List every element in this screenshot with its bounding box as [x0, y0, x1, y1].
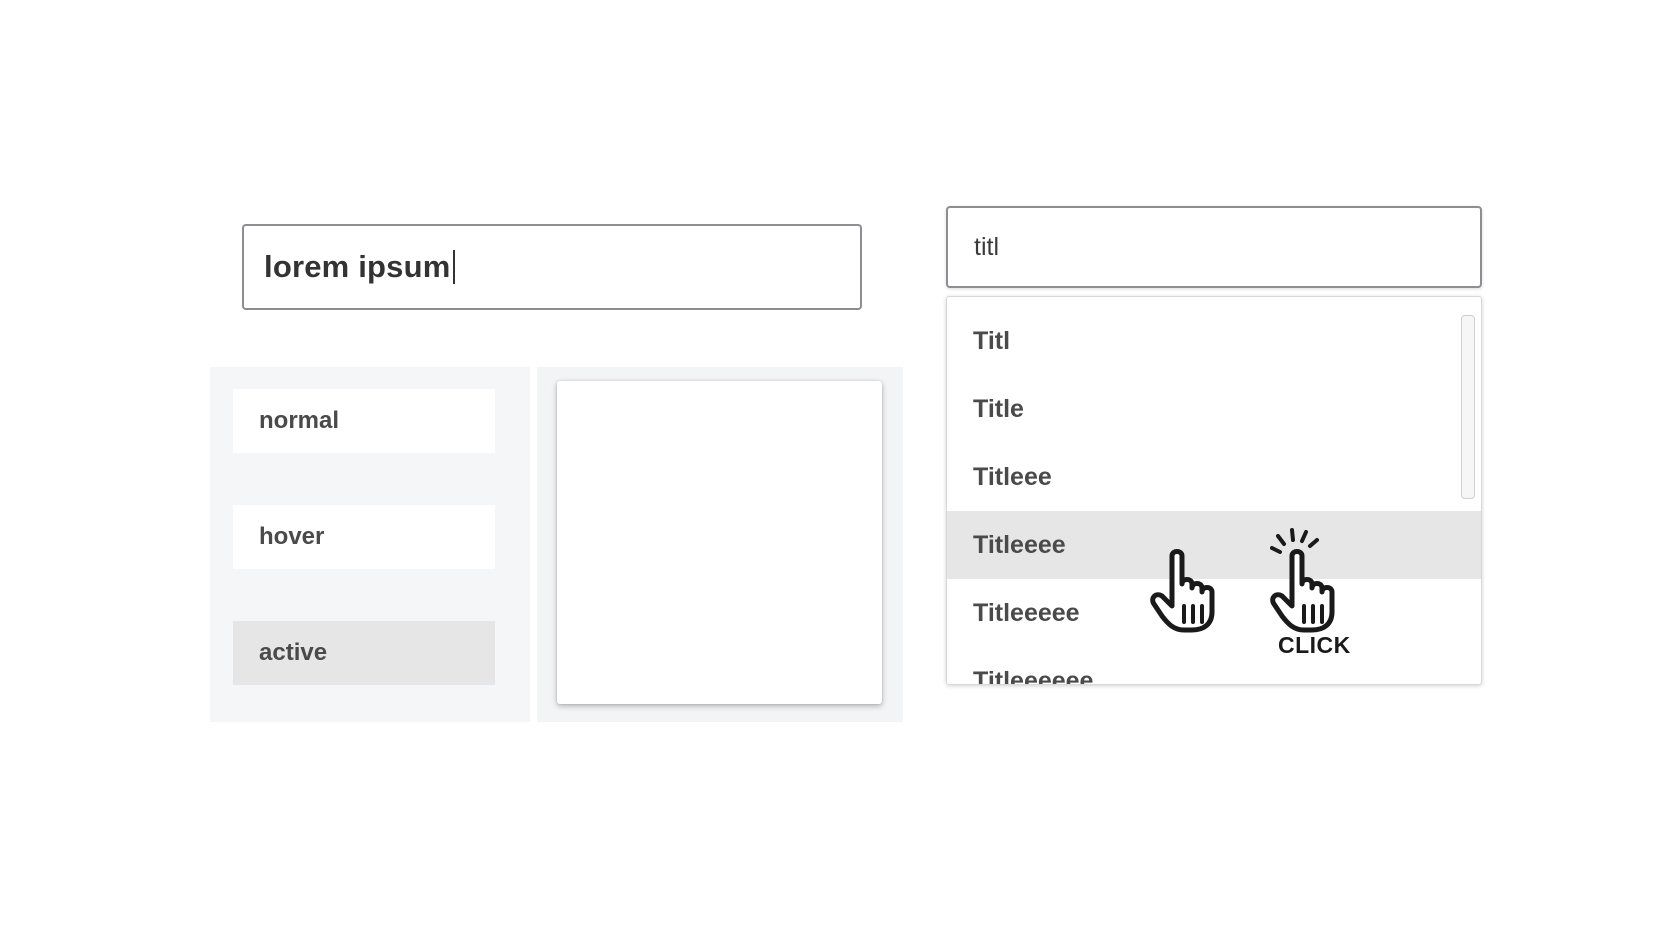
option-item[interactable]: Titleee	[947, 443, 1481, 511]
text-caret	[452, 250, 455, 284]
card-panel	[537, 367, 903, 722]
scrollbar[interactable]	[1461, 315, 1475, 499]
option-label: Titleeeee	[973, 598, 1080, 627]
elevated-card	[557, 381, 882, 704]
click-label: CLICK	[1278, 632, 1351, 658]
text-input[interactable]: lorem ipsum	[242, 224, 862, 310]
option-label: Titl	[973, 326, 1011, 355]
state-normal[interactable]: normal	[233, 389, 495, 453]
state-active-label: active	[259, 639, 328, 666]
option-label: Titleee	[973, 462, 1052, 491]
state-hover-label: hover	[259, 523, 325, 550]
search-input-value: titl	[974, 232, 999, 261]
option-label: Titleeeeee	[973, 666, 1094, 685]
search-input[interactable]: titl	[946, 206, 1482, 288]
text-input-value: lorem ipsum	[264, 249, 451, 284]
hand-pointer-click-icon	[1270, 528, 1335, 633]
states-panel: normal hover active	[210, 367, 530, 722]
option-item[interactable]: Title	[947, 375, 1481, 443]
option-item[interactable]: Titl	[947, 307, 1481, 375]
canvas: lorem ipsum normal hover active titl Tit…	[0, 0, 1680, 945]
scrollbar-thumb[interactable]	[1461, 315, 1475, 499]
state-normal-label: normal	[259, 407, 340, 434]
option-item[interactable]: Titleeeeee	[947, 647, 1481, 685]
state-hover[interactable]: hover	[233, 505, 495, 569]
option-label: Title	[973, 394, 1024, 423]
option-label: Titleeee	[973, 530, 1066, 559]
hand-pointer-icon	[1150, 549, 1215, 633]
state-active[interactable]: active	[233, 621, 495, 685]
